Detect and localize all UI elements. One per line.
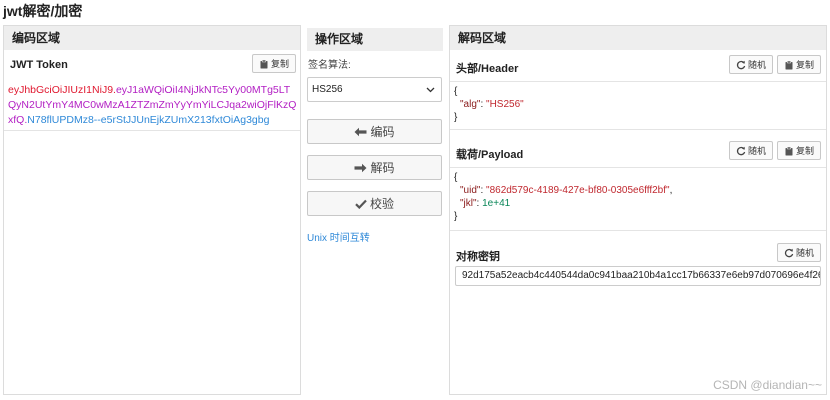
divider [4, 130, 300, 131]
refresh-icon [736, 146, 746, 155]
decode-panel: 解码区域 头部/Header 随机 复制 { "alg": "HS256" } … [449, 25, 827, 395]
copy-payload-button[interactable]: 复制 [777, 141, 821, 160]
chevron-down-icon [426, 87, 435, 92]
refresh-icon [736, 60, 746, 69]
algo-select-value: HS256 [312, 84, 343, 95]
refresh-icon [784, 248, 794, 257]
page-title: jwt解密/加密 [3, 3, 83, 19]
clipboard-icon [260, 59, 268, 68]
decode-button[interactable]: 解码 [307, 155, 442, 180]
json-brace: } [454, 211, 458, 222]
watermark: CSDN @diandian~~ [713, 378, 822, 392]
jwt-token-field[interactable]: eyJhbGciOiJIUzI1NiJ9.eyJ1aWQiOiI4NjJkNTc… [8, 83, 298, 128]
unix-time-link[interactable]: Unix 时间互转 [307, 229, 443, 244]
copy-header-button[interactable]: 复制 [777, 55, 821, 74]
algo-select[interactable]: HS256 [307, 77, 442, 102]
random-label: 随机 [747, 60, 766, 70]
operation-panel: 操作区域 签名算法: HS256 编码 解码 校验 Unix 时间互转 [307, 28, 443, 244]
random-payload-button[interactable]: 随机 [729, 141, 773, 160]
json-line: "jkl": 1e+41 [460, 198, 511, 209]
random-secret-button[interactable]: 随机 [777, 243, 821, 262]
random-label: 随机 [747, 146, 766, 156]
secret-section-head: 对称密钥 随机 [450, 239, 826, 267]
decode-panel-header: 解码区域 [450, 26, 826, 50]
jwt-token-header: JWT Token 复制 [4, 50, 300, 78]
json-value: "HS256" [486, 99, 524, 110]
json-brace: } [454, 112, 458, 123]
token-header-part: eyJhbGciOiJIUzI1NiJ9 [8, 84, 114, 96]
json-value: 1e+41 [482, 198, 511, 209]
encode-panel: 编码区域 JWT Token 复制 eyJhbGciOiJIUzI1NiJ9.e… [3, 25, 301, 395]
json-brace: { [454, 172, 458, 183]
json-key: "jkl" [460, 198, 477, 209]
random-header-button[interactable]: 随机 [729, 55, 773, 74]
verify-button[interactable]: 校验 [307, 191, 442, 216]
copy-token-label: 复制 [270, 59, 289, 69]
secret-key-input[interactable]: 92d175a52eacb4c440544da0c941baa210b4a1cc… [455, 266, 821, 286]
random-label: 随机 [795, 248, 814, 258]
payload-json-editor[interactable]: { "uid": "862d579c-4189-427e-bf80-0305e6… [450, 167, 826, 231]
header-json-editor[interactable]: { "alg": "HS256" } [450, 81, 826, 130]
payload-section-head: 载荷/Payload 随机 复制 [450, 137, 826, 165]
operation-panel-header: 操作区域 [307, 28, 443, 51]
copy-label: 复制 [795, 146, 814, 156]
jwt-token-label: JWT Token [10, 59, 68, 71]
json-value: "862d579c-4189-427e-bf80-0305e6fff2bf" [486, 185, 670, 196]
payload-section-title: 载荷/Payload [456, 149, 524, 161]
verify-label: 校验 [369, 197, 394, 211]
copy-token-button[interactable]: 复制 [252, 54, 296, 73]
arrow-left-icon [354, 127, 367, 136]
arrow-right-icon [354, 163, 367, 172]
algo-label: 签名算法: [308, 60, 351, 71]
check-icon [355, 199, 367, 209]
json-key: "uid" [460, 185, 481, 196]
token-signature-part: N78flUPDMz8--e5rStJJUnEjkZUmX213fxtOiAg3… [27, 114, 270, 126]
json-line: "uid": "862d579c-4189-427e-bf80-0305e6ff… [460, 185, 673, 196]
clipboard-icon [785, 60, 793, 69]
encode-label: 编码 [370, 125, 395, 139]
secret-section-title: 对称密钥 [456, 251, 500, 263]
header-section-title: 头部/Header [456, 63, 519, 75]
encode-button[interactable]: 编码 [307, 119, 442, 144]
json-key: "alg" [460, 99, 481, 110]
decode-label: 解码 [370, 161, 395, 175]
json-line: "alg": "HS256" [460, 99, 524, 110]
header-section-head: 头部/Header 随机 复制 [450, 51, 826, 79]
clipboard-icon [785, 146, 793, 155]
encode-panel-header: 编码区域 [4, 26, 300, 50]
copy-label: 复制 [795, 60, 814, 70]
json-brace: { [454, 86, 458, 97]
